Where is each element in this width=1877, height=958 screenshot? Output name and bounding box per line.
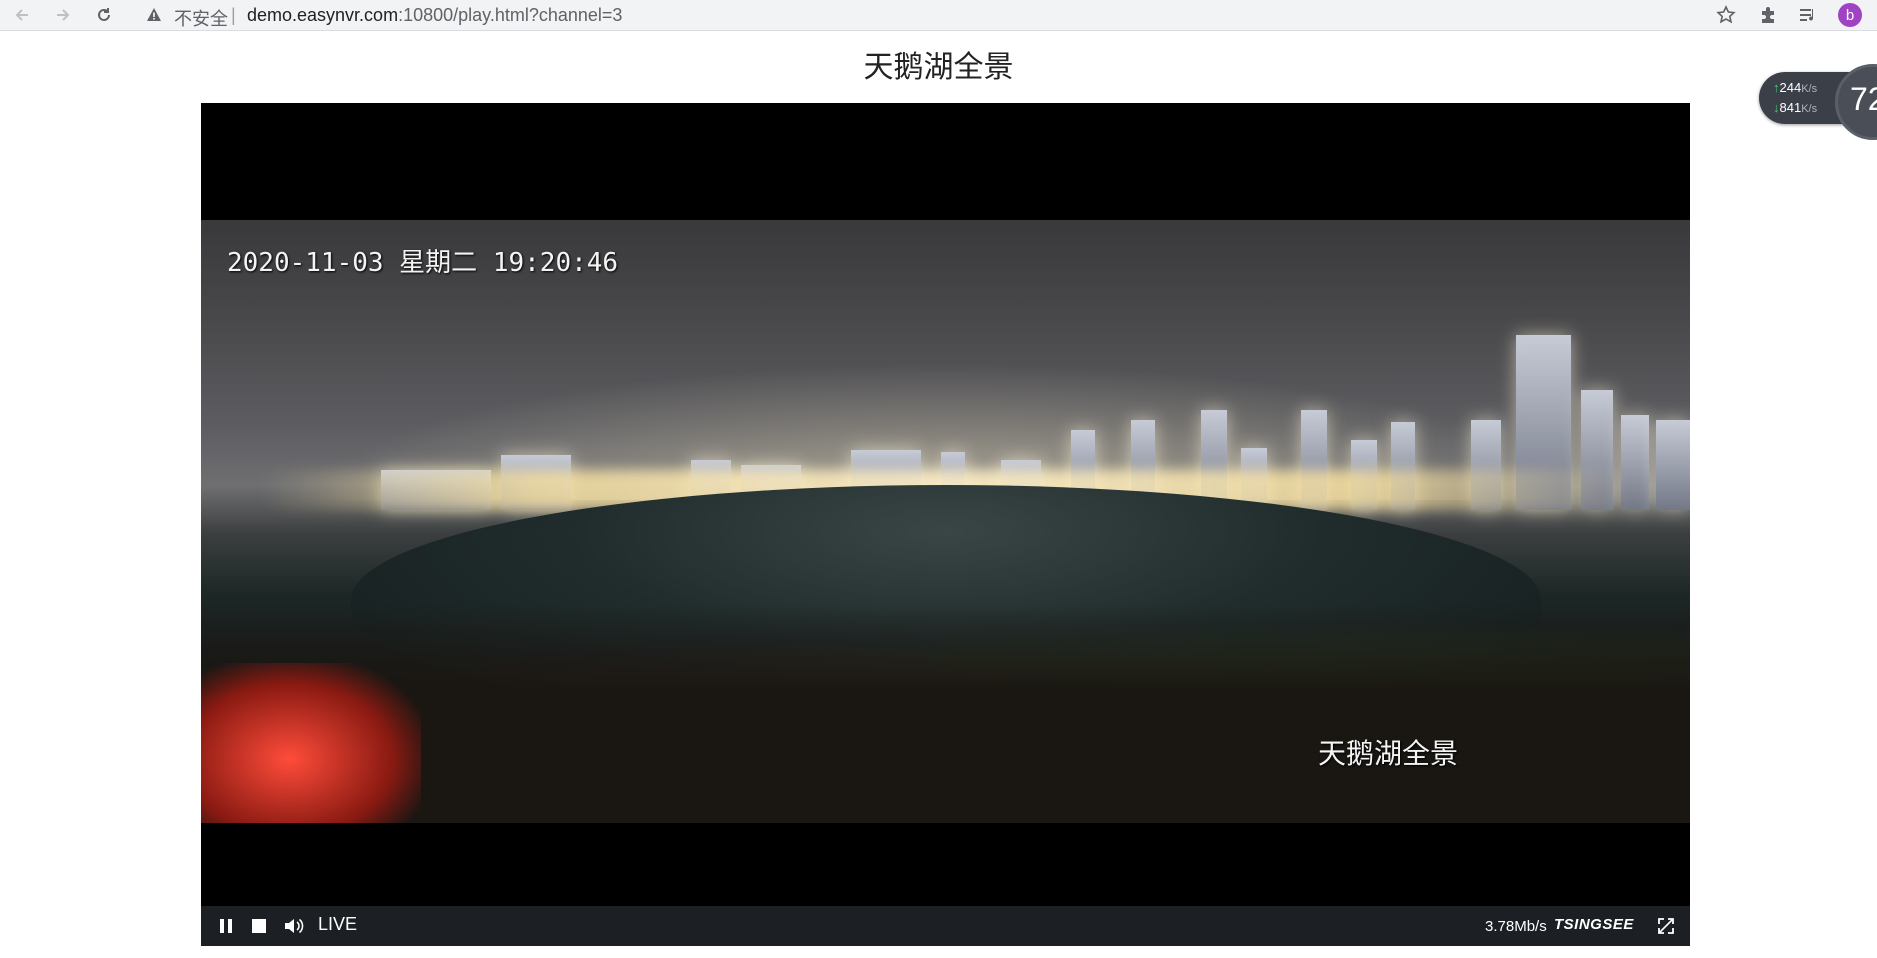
url-host: demo.easynvr.com — [247, 5, 399, 25]
upload-unit: K/s — [1801, 83, 1818, 95]
video-player[interactable]: 2020-11-03 星期二 19:20:46 天鹅湖全景 LIVE 3.78M… — [201, 103, 1690, 946]
reload-icon[interactable] — [92, 3, 116, 27]
forward-arrow-icon[interactable] — [51, 3, 75, 27]
warning-icon[interactable] — [146, 7, 162, 23]
foreground-trees — [201, 603, 1690, 823]
stop-icon[interactable] — [249, 915, 269, 937]
volume-icon[interactable] — [282, 915, 306, 937]
bitrate-label: 3.78Mb/s — [1485, 918, 1547, 935]
download-value: 841 — [1779, 100, 1802, 115]
video-frame[interactable]: 2020-11-03 星期二 19:20:46 天鹅湖全景 — [201, 220, 1690, 823]
insecure-label[interactable]: 不安全 — [174, 5, 228, 31]
profile-avatar[interactable]: b — [1838, 3, 1862, 27]
download-speed: ↓841K/s — [1773, 100, 1817, 115]
timestamp-overlay: 2020-11-03 星期二 19:20:46 — [227, 248, 619, 278]
player-controls: LIVE 3.78Mb/s TSINGSEE — [201, 906, 1690, 946]
upload-value: 244 — [1779, 80, 1802, 95]
brand-logo: TSINGSEE — [1554, 916, 1634, 933]
channel-name-overlay: 天鹅湖全景 — [1318, 738, 1459, 769]
lit-road — [201, 663, 421, 823]
address-bar[interactable]: 不安全 | demo.easynvr.com:10800/play.html?c… — [130, 0, 1745, 29]
download-unit: K/s — [1801, 103, 1818, 115]
url-path: :10800/play.html?channel=3 — [398, 5, 623, 25]
media-list-icon[interactable] — [1796, 3, 1820, 27]
pause-icon[interactable] — [216, 915, 236, 937]
fullscreen-icon[interactable] — [1655, 915, 1677, 937]
back-arrow-icon[interactable] — [10, 3, 34, 27]
upload-speed: ↑244K/s — [1773, 80, 1817, 95]
browser-toolbar: 不安全 | demo.easynvr.com:10800/play.html?c… — [0, 0, 1877, 31]
puzzle-icon[interactable] — [1756, 3, 1780, 27]
page-title: 天鹅湖全景 — [863, 51, 1014, 84]
url-text[interactable]: demo.easynvr.com:10800/play.html?channel… — [247, 5, 622, 26]
url-separator: | — [231, 5, 236, 25]
live-label: LIVE — [318, 914, 358, 934]
gauge-value: 72 — [1850, 81, 1877, 117]
star-icon[interactable] — [1715, 4, 1737, 26]
